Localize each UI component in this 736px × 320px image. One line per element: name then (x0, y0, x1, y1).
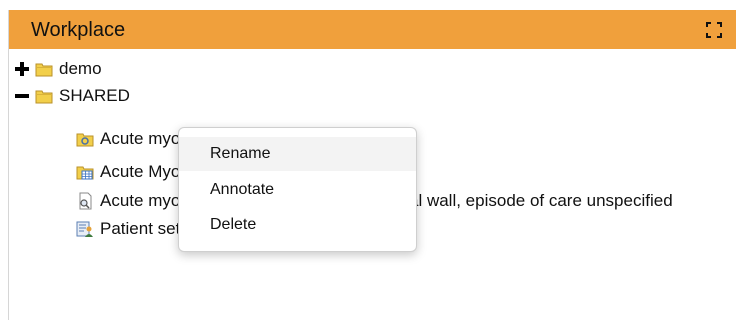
expand-plus-icon[interactable] (13, 60, 31, 78)
rename-label: Rename (210, 145, 271, 162)
query-folder-icon (76, 130, 94, 148)
context-menu-rename[interactable]: Rename (179, 137, 416, 171)
folder-icon (35, 60, 53, 78)
delete-label: Delete (210, 216, 257, 233)
tree-node-label: SHARED (59, 86, 130, 105)
annotate-label: Annotate (210, 181, 275, 198)
context-menu: Rename Annotate Delete (178, 127, 417, 252)
tree-node-demo[interactable]: demo (13, 56, 102, 82)
context-menu-annotate[interactable]: Annotate (179, 173, 416, 207)
table-folder-icon (76, 163, 94, 181)
folder-icon (35, 87, 53, 105)
tree-node-label: demo (59, 59, 102, 78)
document-search-icon (76, 192, 94, 210)
patient-set-icon (76, 220, 94, 238)
context-menu-delete[interactable]: Delete (179, 208, 416, 242)
collapse-minus-icon[interactable] (13, 87, 31, 105)
tree-node-shared[interactable]: SHARED (13, 83, 130, 109)
